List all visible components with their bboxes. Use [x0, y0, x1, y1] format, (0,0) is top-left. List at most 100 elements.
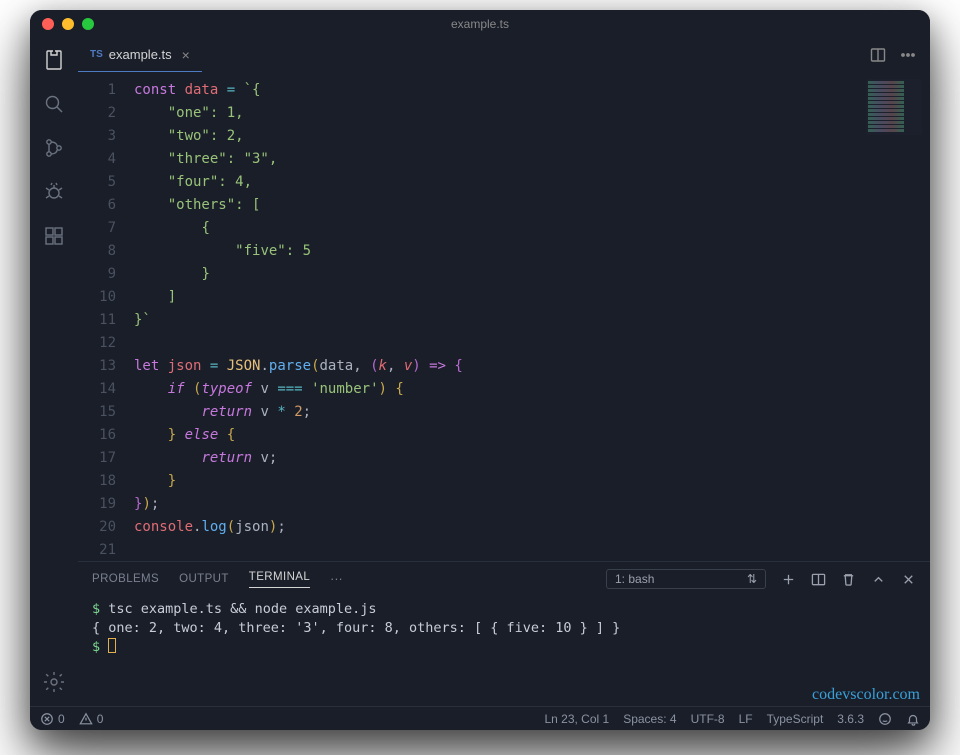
- code-line[interactable]: "five": 5: [134, 240, 930, 263]
- minimap[interactable]: [866, 79, 922, 135]
- status-errors[interactable]: 0: [40, 712, 65, 726]
- code-line[interactable]: "four": 4,: [134, 171, 930, 194]
- panel-tab-problems[interactable]: PROBLEMS: [92, 573, 159, 585]
- terminal-line: $ tsc example.ts && node example.js: [92, 600, 916, 619]
- line-number: 5: [78, 171, 116, 194]
- line-number: 4: [78, 148, 116, 171]
- code-line[interactable]: "others": [: [134, 194, 930, 217]
- panel-more-icon[interactable]: ···: [330, 572, 343, 586]
- code-line[interactable]: });: [134, 493, 930, 516]
- kill-terminal-icon[interactable]: [840, 571, 856, 587]
- code-line[interactable]: ]: [134, 286, 930, 309]
- code-line[interactable]: [134, 332, 930, 355]
- line-number: 15: [78, 401, 116, 424]
- minimize-window-button[interactable]: [62, 18, 74, 30]
- line-number: 7: [78, 217, 116, 240]
- code-line[interactable]: {: [134, 217, 930, 240]
- line-number: 3: [78, 125, 116, 148]
- status-feedback-icon[interactable]: [878, 712, 892, 726]
- line-number: 6: [78, 194, 116, 217]
- line-number: 2: [78, 102, 116, 125]
- line-number: 18: [78, 470, 116, 493]
- status-cursor-position[interactable]: Ln 23, Col 1: [544, 712, 609, 726]
- code-line[interactable]: [134, 539, 930, 561]
- line-number: 16: [78, 424, 116, 447]
- status-language[interactable]: TypeScript: [767, 712, 824, 726]
- extensions-icon[interactable]: [40, 222, 68, 250]
- tab-language-badge: TS: [90, 49, 103, 60]
- status-warnings[interactable]: 0: [79, 712, 104, 726]
- code-line[interactable]: return v * 2;: [134, 401, 930, 424]
- line-number: 13: [78, 355, 116, 378]
- status-bar: 0 0 Ln 23, Col 1 Spaces: 4 UTF-8 LF Type…: [30, 706, 930, 730]
- panel-tab-terminal[interactable]: TERMINAL: [249, 571, 310, 588]
- editor-group: TS example.ts × 123456789101112131415161…: [78, 38, 930, 706]
- more-actions-icon[interactable]: [900, 47, 916, 63]
- line-number: 17: [78, 447, 116, 470]
- code-line[interactable]: "two": 2,: [134, 125, 930, 148]
- terminal-cursor: [108, 638, 116, 653]
- terminal-selector-label: 1: bash: [615, 572, 654, 586]
- chevron-updown-icon: ⇅: [747, 572, 757, 586]
- line-number: 20: [78, 516, 116, 539]
- panel-maximize-icon[interactable]: [870, 571, 886, 587]
- status-encoding[interactable]: UTF-8: [691, 712, 725, 726]
- editor-area: 123456789101112131415161718192021 const …: [78, 73, 930, 561]
- code-line[interactable]: if (typeof v === 'number') {: [134, 378, 930, 401]
- terminal-output[interactable]: $ tsc example.ts && node example.js{ one…: [78, 596, 930, 706]
- source-control-icon[interactable]: [40, 134, 68, 162]
- status-bell-icon[interactable]: [906, 712, 920, 726]
- editor-actions: [870, 38, 930, 72]
- line-number: 21: [78, 539, 116, 561]
- status-eol[interactable]: LF: [739, 712, 753, 726]
- code-content[interactable]: const data = `{ "one": 1, "two": 2, "thr…: [134, 79, 930, 561]
- line-number: 11: [78, 309, 116, 332]
- line-number: 8: [78, 240, 116, 263]
- watermark-text: codevscolor.com: [812, 685, 920, 704]
- close-window-button[interactable]: [42, 18, 54, 30]
- code-line[interactable]: }: [134, 470, 930, 493]
- code-editor[interactable]: 123456789101112131415161718192021 const …: [78, 73, 930, 561]
- code-line[interactable]: "three": "3",: [134, 148, 930, 171]
- new-terminal-icon[interactable]: [780, 571, 796, 587]
- maximize-window-button[interactable]: [82, 18, 94, 30]
- workbench: TS example.ts × 123456789101112131415161…: [30, 38, 930, 706]
- terminal-selector[interactable]: 1: bash ⇅: [606, 569, 766, 589]
- line-number: 14: [78, 378, 116, 401]
- window-title: example.ts: [30, 17, 930, 31]
- editor-window: example.ts: [30, 10, 930, 730]
- split-terminal-icon[interactable]: [810, 571, 826, 587]
- code-line[interactable]: console.log(json);: [134, 516, 930, 539]
- explorer-icon[interactable]: [40, 46, 68, 74]
- code-line[interactable]: } else {: [134, 424, 930, 447]
- code-line[interactable]: const data = `{: [134, 79, 930, 102]
- panel-tab-output[interactable]: OUTPUT: [179, 573, 229, 585]
- panel-tabs: PROBLEMS OUTPUT TERMINAL ··· 1: bash ⇅: [78, 562, 930, 596]
- split-editor-icon[interactable]: [870, 47, 886, 63]
- titlebar: example.ts: [30, 10, 930, 38]
- line-number: 19: [78, 493, 116, 516]
- code-line[interactable]: }`: [134, 309, 930, 332]
- code-line[interactable]: let json = JSON.parse(data, (k, v) => {: [134, 355, 930, 378]
- debug-icon[interactable]: [40, 178, 68, 206]
- code-line[interactable]: }: [134, 263, 930, 286]
- tab-example-ts[interactable]: TS example.ts ×: [78, 38, 202, 72]
- terminal-line: $: [92, 638, 916, 657]
- line-number: 10: [78, 286, 116, 309]
- line-number: 9: [78, 263, 116, 286]
- code-line[interactable]: "one": 1,: [134, 102, 930, 125]
- code-line[interactable]: return v;: [134, 447, 930, 470]
- terminal-line: { one: 2, two: 4, three: '3', four: 8, o…: [92, 619, 916, 638]
- tab-bar: TS example.ts ×: [78, 38, 930, 73]
- activity-bar: [30, 38, 78, 706]
- settings-gear-icon[interactable]: [40, 668, 68, 696]
- line-number: 12: [78, 332, 116, 355]
- tab-close-icon[interactable]: ×: [182, 47, 190, 63]
- panel-close-icon[interactable]: [900, 571, 916, 587]
- bottom-panel: PROBLEMS OUTPUT TERMINAL ··· 1: bash ⇅: [78, 561, 930, 706]
- line-number-gutter: 123456789101112131415161718192021: [78, 79, 134, 561]
- search-icon[interactable]: [40, 90, 68, 118]
- status-ts-version[interactable]: 3.6.3: [837, 712, 864, 726]
- tab-filename: example.ts: [109, 47, 172, 62]
- status-indentation[interactable]: Spaces: 4: [623, 712, 676, 726]
